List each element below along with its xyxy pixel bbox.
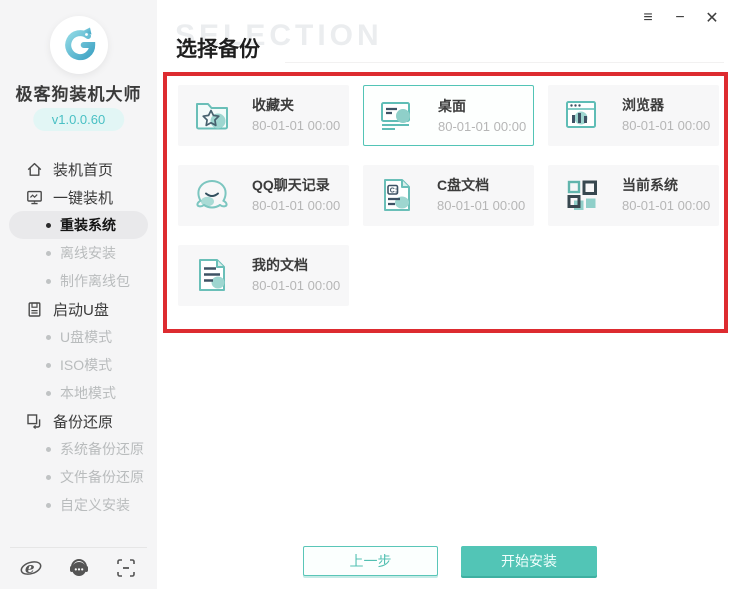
usb-disk-icon [26, 301, 43, 318]
sidebar-item-label: 备份还原 [53, 413, 114, 431]
backup-card-favorites[interactable]: 收藏夹 80-01-01 00:00 [178, 85, 349, 146]
folder-star-icon [191, 94, 233, 136]
backup-card-qq-chat-history[interactable]: QQ聊天记录 80-01-01 00:00 [178, 165, 349, 226]
page-title: 选择备份 [176, 38, 260, 61]
version-badge: v1.0.0.60 [32, 108, 125, 131]
sidebar-item-offline-install[interactable]: 离线安装 [0, 239, 157, 267]
sidebar-item-label: 装机首页 [53, 161, 114, 179]
previous-step-button[interactable]: 上一步 [303, 546, 438, 576]
sidebar-item-label: 一键装机 [53, 189, 114, 207]
sidebar-item-backup-restore[interactable]: 备份还原 [0, 407, 157, 435]
backup-card-desktop[interactable]: 桌面 80-01-01 00:00 [363, 85, 534, 146]
backup-card-browser[interactable]: 浏览器 80-01-01 00:00 [548, 85, 719, 146]
geek-dog-logo-icon [59, 23, 99, 68]
sidebar-item-label: 本地模式 [60, 385, 116, 401]
sidebar-item-label: U盘模式 [60, 329, 113, 345]
card-title: 当前系统 [622, 177, 678, 193]
app-title: 极客狗装机大师 [15, 85, 142, 104]
sidebar-item-label: 文件备份还原 [60, 469, 144, 485]
bullet-icon [46, 390, 51, 396]
browser-icon [561, 94, 603, 136]
sidebar-item-one-key-install[interactable]: 一键装机 [0, 183, 157, 211]
sidebar-item-local-mode[interactable]: 本地模式 [0, 379, 157, 407]
sidebar-item-reinstall-system[interactable]: 重装系统 [9, 211, 148, 239]
sidebar-item-file-backup-restore[interactable]: 文件备份还原 [0, 463, 157, 491]
c-drive-document-icon: C: [376, 174, 418, 216]
window-menu-button[interactable]: ≡ [636, 6, 660, 30]
qq-penguin-icon [191, 174, 233, 216]
bullet-icon [46, 502, 51, 508]
card-title: 我的文档 [252, 257, 308, 273]
sidebar-item-label: 制作离线包 [60, 273, 130, 289]
sidebar-item-usb-mode[interactable]: U盘模式 [0, 323, 157, 351]
bullet-icon [46, 250, 51, 256]
card-title: 桌面 [438, 98, 466, 114]
sidebar-item-label: 系统备份还原 [60, 441, 144, 457]
backup-restore-icon [26, 413, 43, 430]
sidebar-divider [10, 547, 147, 548]
current-system-icon [561, 174, 603, 216]
sidebar-item-label: 重装系统 [60, 217, 116, 233]
c-drive-label: C: [390, 187, 397, 194]
sidebar-menu: 装机首页 一键装机 重装系统 离线安装 制作离线包 启动U盘 U盘模式 ISO模… [0, 155, 157, 519]
sidebar-item-system-backup-restore[interactable]: 系统备份还原 [0, 435, 157, 463]
bullet-icon [46, 362, 51, 368]
home-icon [26, 161, 43, 178]
sidebar-item-custom-install[interactable]: 自定义安装 [0, 491, 157, 519]
bullet-icon [46, 446, 51, 452]
monitor-icon [26, 189, 43, 206]
card-title: QQ聊天记录 [252, 177, 330, 193]
card-date: 80-01-01 00:00 [622, 198, 711, 213]
backup-card-current-system[interactable]: 当前系统 80-01-01 00:00 [548, 165, 719, 226]
bullet-icon [46, 474, 51, 480]
card-title: 浏览器 [622, 97, 664, 113]
sidebar-toolbar: e [0, 552, 157, 584]
window-controls: ≡ − ✕ [636, 6, 724, 30]
qr-scan-icon[interactable] [115, 557, 137, 579]
sidebar-item-iso-mode[interactable]: ISO模式 [0, 351, 157, 379]
sidebar-item-label: ISO模式 [60, 357, 113, 373]
backup-card-c-drive-documents[interactable]: C: C盘文档 80-01-01 00:00 [363, 165, 534, 226]
card-date: 80-01-01 00:00 [437, 198, 526, 213]
app-window: 极客狗装机大师 v1.0.0.60 装机首页 一键装机 重装系统 离线安装 制作… [0, 0, 734, 589]
bullet-icon [46, 334, 51, 340]
customer-service-headset-icon[interactable] [68, 557, 90, 579]
bullet-icon [46, 222, 51, 228]
desktop-icon [376, 94, 418, 136]
ie-browser-icon[interactable]: e [20, 557, 42, 579]
title-divider [285, 62, 724, 63]
card-date: 80-01-01 00:00 [252, 198, 341, 213]
sidebar: 极客狗装机大师 v1.0.0.60 装机首页 一键装机 重装系统 离线安装 制作… [0, 0, 157, 589]
app-logo [49, 16, 108, 74]
window-minimize-button[interactable]: − [668, 6, 692, 30]
sidebar-item-make-offline-pack[interactable]: 制作离线包 [0, 267, 157, 295]
sidebar-item-install-home[interactable]: 装机首页 [0, 155, 157, 183]
window-close-button[interactable]: ✕ [700, 6, 724, 30]
bullet-icon [46, 278, 51, 284]
card-date: 80-01-01 00:00 [252, 118, 341, 133]
card-title: C盘文档 [437, 177, 490, 193]
card-date: 80-01-01 00:00 [438, 119, 527, 134]
card-date: 80-01-01 00:00 [252, 278, 341, 293]
my-documents-icon [191, 254, 233, 296]
start-install-button[interactable]: 开始安装 [461, 546, 597, 576]
card-title: 收藏夹 [252, 97, 294, 113]
main-panel: ≡ − ✕ SELECTION 选择备份 收藏夹 80-01-01 00:00 [157, 0, 734, 589]
backup-card-my-documents[interactable]: 我的文档 80-01-01 00:00 [178, 245, 349, 306]
sidebar-item-label: 离线安装 [60, 245, 116, 261]
sidebar-item-label: 启动U盘 [53, 301, 109, 319]
sidebar-item-label: 自定义安装 [60, 497, 130, 513]
sidebar-item-boot-usb[interactable]: 启动U盘 [0, 295, 157, 323]
card-date: 80-01-01 00:00 [622, 118, 711, 133]
